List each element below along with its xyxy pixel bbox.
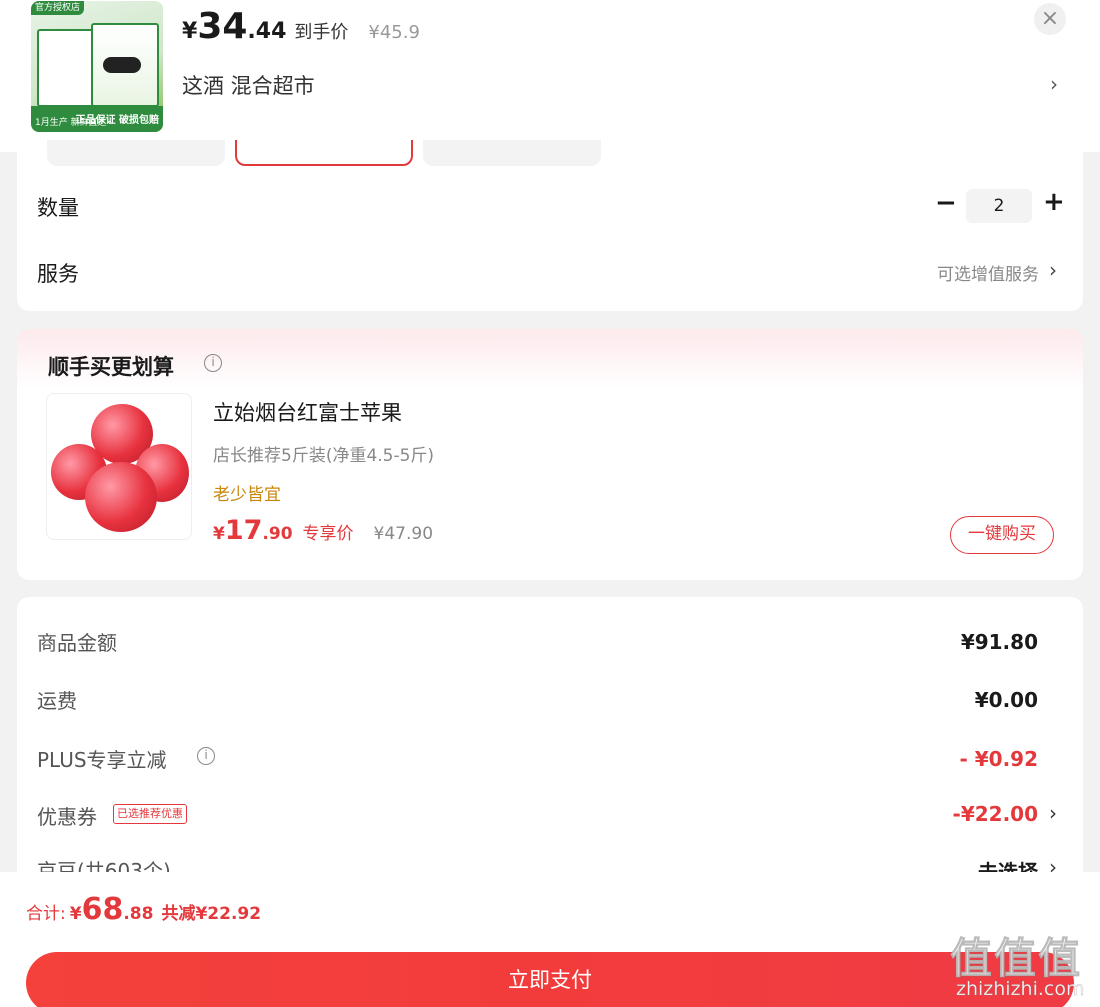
info-icon[interactable]: i <box>204 354 222 372</box>
total-discount: 共减¥22.92 <box>161 904 262 924</box>
original-price: ¥45.9 <box>368 22 420 43</box>
apple-product-image[interactable] <box>46 393 192 540</box>
coupon-value[interactable]: -¥22.00 <box>953 802 1038 826</box>
chevron-right-icon[interactable]: › <box>1050 72 1058 96</box>
coupon-recommended-badge: 已选推荐优惠 <box>113 804 187 824</box>
close-icon[interactable]: × <box>1034 3 1066 35</box>
shipping-label: 运费 <box>37 689 77 713</box>
quantity-plus-button[interactable]: + <box>1043 187 1065 217</box>
final-price-label: 到手价 <box>294 22 349 43</box>
upsell-price-label: 专享价 <box>302 524 354 544</box>
service-value[interactable]: 可选增值服务 <box>937 260 1039 285</box>
spec-option[interactable] <box>423 140 601 166</box>
checkout-bar: 合计: ¥ 68 .88 共减¥22.92 立即支付 <box>0 872 1100 1007</box>
total-label: 合计: <box>26 904 66 924</box>
upsell-product-spec: 店长推荐5斤装(净重4.5-5斤) <box>213 446 435 466</box>
spec-option[interactable] <box>47 140 225 166</box>
plus-discount-label: PLUS专享立减 <box>37 748 167 772</box>
upsell-card: 顺手买更划算 i 立始烟台红富士苹果 店长推荐5斤装(净重4.5-5斤) 老少皆… <box>17 329 1083 580</box>
quantity-minus-button[interactable]: − <box>935 188 957 218</box>
info-icon[interactable]: i <box>197 747 215 765</box>
watermark-logo: 值值值 <box>949 934 1083 984</box>
spec-option-selected[interactable] <box>235 140 413 166</box>
order-summary-card: 商品金额 ¥91.80 运费 ¥0.00 PLUS专享立减 i - ¥0.92 … <box>17 597 1083 887</box>
chevron-right-icon[interactable]: › <box>1049 258 1057 282</box>
coupon-label: 优惠券 <box>37 805 97 829</box>
service-label: 服务 <box>37 262 79 286</box>
options-card: 数量 − 2 + 服务 可选增值服务 › <box>17 140 1083 311</box>
official-store-tag: 官方授权店 <box>31 1 85 15</box>
thumb-guarantee-text: 正品保证 破损包赔 <box>75 115 159 126</box>
order-total: 合计: ¥ 68 .88 共减¥22.92 <box>26 892 262 927</box>
one-click-buy-button[interactable]: 一键购买 <box>950 516 1054 554</box>
upsell-title: 顺手买更划算 <box>48 355 174 379</box>
subtotal-label: 商品金额 <box>37 631 117 655</box>
watermark-url: zhizhizhi.com <box>956 978 1085 1001</box>
plus-discount-value: - ¥0.92 <box>959 747 1038 771</box>
shipping-value: ¥0.00 <box>974 688 1038 712</box>
upsell-original-price: ¥47.90 <box>373 524 434 544</box>
quantity-label: 数量 <box>37 196 79 220</box>
subtotal-value: ¥91.80 <box>960 630 1038 654</box>
upsell-product-tag: 老少皆宜 <box>213 485 281 505</box>
cow-icon <box>103 57 141 73</box>
quantity-input[interactable]: 2 <box>966 189 1032 223</box>
upsell-product-price: ¥ 17 .90 专享价 ¥47.90 <box>213 515 434 546</box>
product-thumbnail[interactable]: 官方授权店 1月生产 新鲜直达 正品保证 破损包赔 <box>31 1 163 132</box>
product-header: 官方授权店 1月生产 新鲜直达 正品保证 破损包赔 ¥ 34 .44 到手价 ¥… <box>0 0 1100 152</box>
pay-now-button[interactable]: 立即支付 <box>26 952 1074 1007</box>
store-name[interactable]: 这酒 混合超市 <box>182 70 315 100</box>
chevron-right-icon[interactable]: › <box>1049 801 1057 825</box>
final-price: ¥ 34 .44 到手价 ¥45.9 <box>182 6 420 47</box>
upsell-product-name[interactable]: 立始烟台红富士苹果 <box>213 397 402 427</box>
